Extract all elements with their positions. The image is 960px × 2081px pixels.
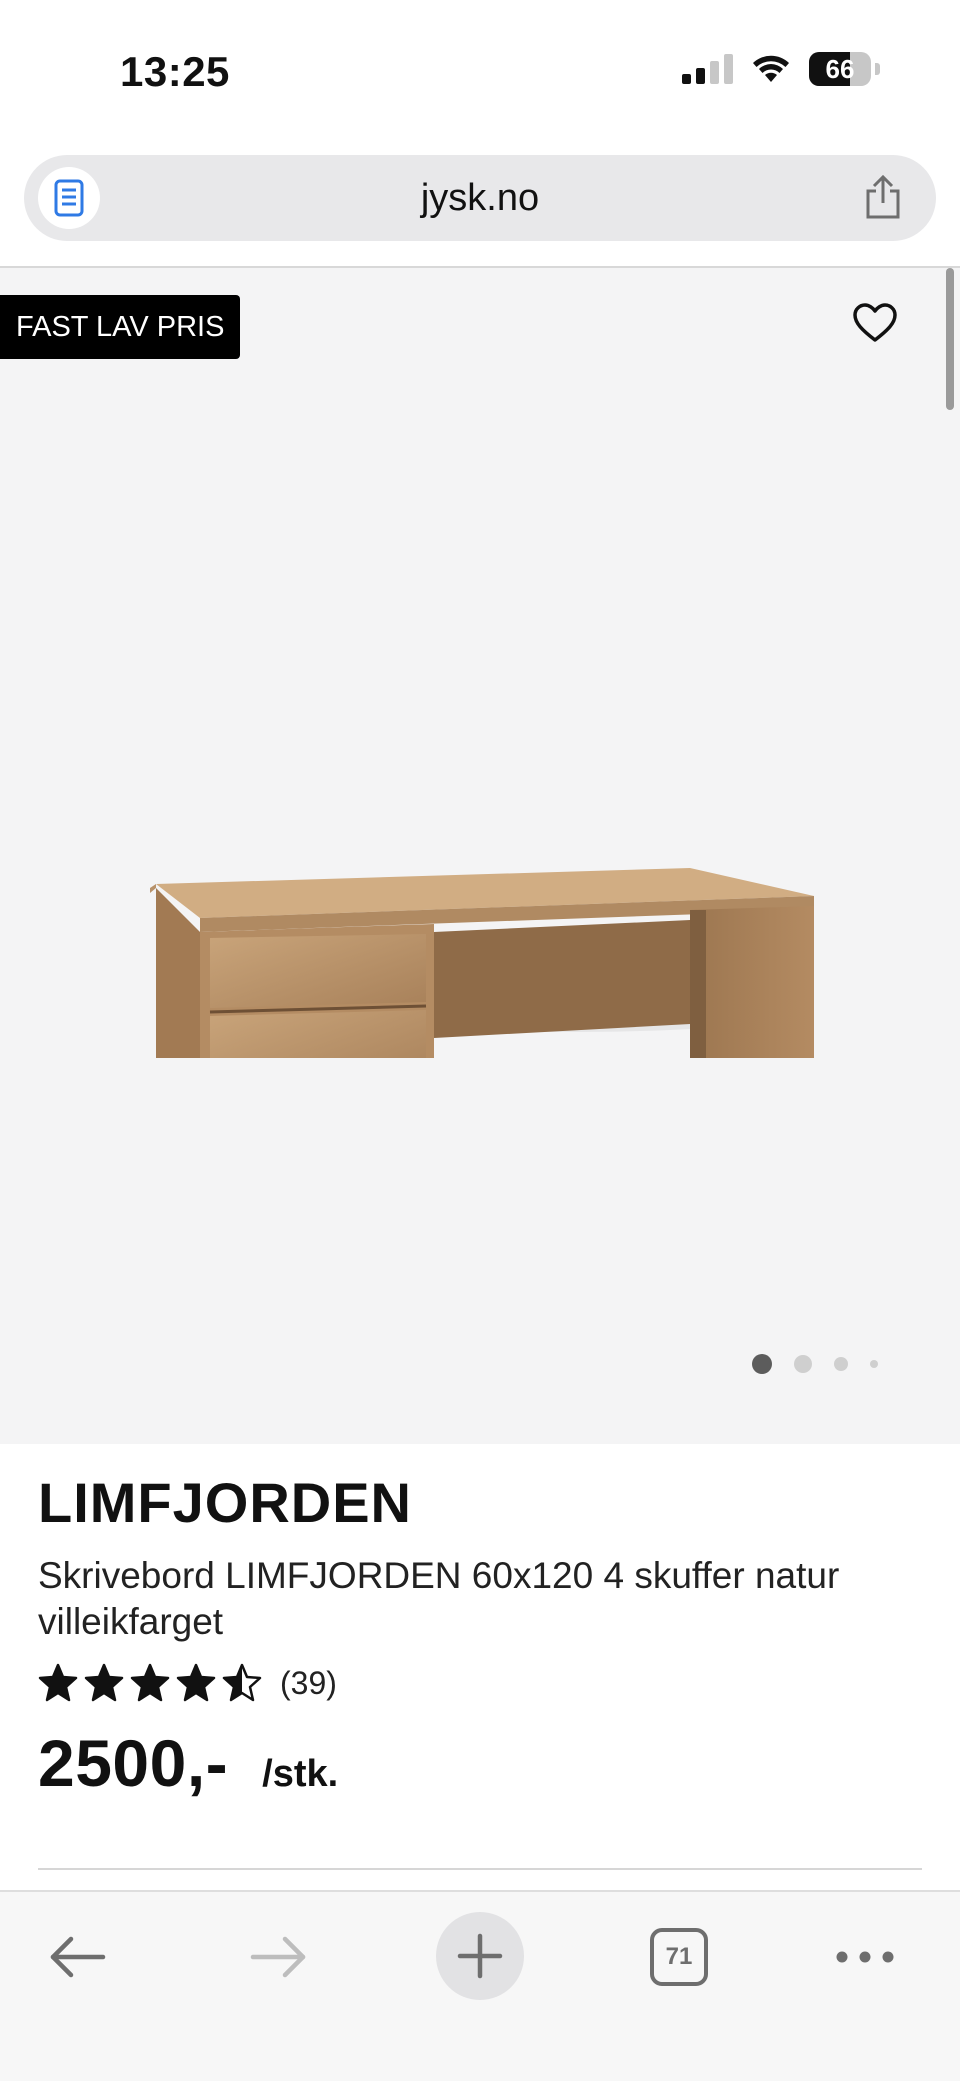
star-icon: [84, 1663, 124, 1702]
reader-mode-button[interactable]: [38, 167, 100, 229]
gallery-dot[interactable]: [870, 1360, 878, 1368]
price-badge: FAST LAV PRIS: [0, 295, 241, 359]
battery-icon: 66: [809, 52, 871, 86]
product-image-desk: [150, 868, 814, 1058]
new-tab-button[interactable]: [436, 1912, 524, 2000]
rating-stars: [38, 1663, 262, 1703]
plus-icon: [457, 1933, 503, 1979]
favorite-button[interactable]: [850, 298, 900, 348]
gallery-dot[interactable]: [752, 1354, 772, 1374]
product-rating[interactable]: (39): [38, 1663, 922, 1703]
battery-tip: [875, 63, 880, 75]
status-time: 13:25: [120, 48, 230, 95]
forward-button[interactable]: [234, 1912, 324, 2002]
star-icon: [130, 1663, 170, 1702]
gallery-dot[interactable]: [834, 1357, 848, 1371]
tabs-icon: 71: [650, 1928, 708, 1986]
product-price: 2500,-: [38, 1726, 229, 1800]
product-brand: LIMFJORDEN: [38, 1471, 412, 1534]
price-row: 2500,- /stk.: [38, 1725, 922, 1801]
gallery-pagination[interactable]: [752, 1354, 878, 1374]
back-arrow-icon: [50, 1936, 106, 1978]
forward-arrow-icon: [250, 1936, 306, 1978]
status-icons: 66: [682, 52, 880, 86]
wifi-icon: [753, 55, 789, 82]
gallery-dot[interactable]: [794, 1355, 812, 1373]
more-icon: [836, 1951, 894, 1963]
tabs-button[interactable]: 71: [634, 1912, 724, 2002]
address-bar[interactable]: jysk.no: [24, 155, 936, 241]
star-icon: [222, 1663, 262, 1702]
reader-mode-icon: [54, 179, 84, 217]
browser-toolbar: 71: [0, 1890, 960, 2081]
product-gallery[interactable]: FAST LAV PRIS: [0, 268, 960, 1444]
back-button[interactable]: [32, 1912, 122, 2002]
heart-icon: [853, 303, 897, 342]
more-button[interactable]: [820, 1912, 910, 2002]
signal-icon: [682, 54, 733, 84]
url-text[interactable]: jysk.no: [24, 155, 936, 241]
page-scrollbar[interactable]: [946, 268, 954, 410]
review-count[interactable]: (39): [280, 1665, 337, 1702]
price-unit: /stk.: [262, 1753, 339, 1795]
product-info: LIMFJORDEN Skrivebord LIMFJORDEN 60x120 …: [38, 1470, 922, 1801]
product-description: Skrivebord LIMFJORDEN 60x120 4 skuffer n…: [38, 1555, 840, 1642]
content-divider: [38, 1868, 922, 1870]
star-icon: [38, 1663, 78, 1702]
share-icon: [866, 175, 900, 219]
status-bar: 13:25 66: [0, 0, 960, 140]
battery-percent: 66: [825, 53, 855, 84]
star-icon: [176, 1663, 216, 1702]
share-button[interactable]: [860, 175, 906, 221]
